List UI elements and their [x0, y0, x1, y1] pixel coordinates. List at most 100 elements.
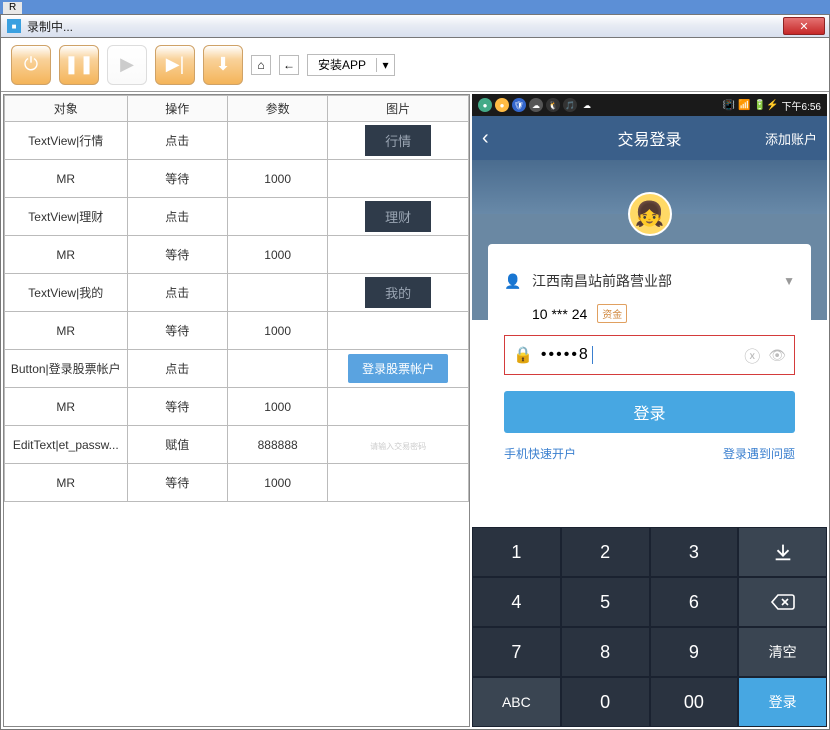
cell-param: [227, 274, 327, 312]
password-value: •••••8: [541, 346, 736, 364]
app-shell: ⏻ ❚❚ ▶ ▶| ⬇ ⌂ ← 安装APP ▾ 对象 操作 参数 图片 Tex: [0, 38, 830, 730]
account-row: 10 *** 24 资金: [504, 304, 795, 323]
lock-icon: 🔒: [513, 345, 533, 365]
key-clear[interactable]: 清空: [738, 627, 827, 677]
table-row[interactable]: EditText|et_passw...赋值888888请输入交易密码: [5, 426, 469, 464]
key-2[interactable]: 2: [561, 527, 650, 577]
add-account-button[interactable]: 添加账户: [765, 129, 817, 148]
content: 对象 操作 参数 图片 TextView|行情点击行情MR等待1000TextV…: [1, 92, 829, 729]
key-5[interactable]: 5: [561, 577, 650, 627]
status-icon: ●: [478, 98, 492, 112]
account-number: 10 *** 24: [532, 306, 587, 322]
cell-img: 我的: [328, 274, 469, 312]
close-button[interactable]: ✕: [783, 17, 825, 35]
cell-obj: TextView|行情: [5, 122, 128, 160]
key-7[interactable]: 7: [472, 627, 561, 677]
quick-open-link[interactable]: 手机快速开户: [504, 445, 576, 462]
branch-row[interactable]: 👤 江西南昌站前路营业部 ▼: [504, 262, 795, 300]
table-row[interactable]: MR等待1000: [5, 388, 469, 426]
stop-button[interactable]: ⏻: [11, 45, 51, 85]
cell-obj: MR: [5, 464, 128, 502]
avatar: 👧: [628, 192, 672, 236]
os-titlebar: R: [0, 0, 830, 14]
play-icon: ▶: [120, 54, 134, 75]
phone-back-button[interactable]: ‹: [482, 127, 489, 150]
cell-param: 1000: [227, 388, 327, 426]
cell-param: [227, 198, 327, 236]
table-row[interactable]: MR等待1000: [5, 236, 469, 274]
home-button[interactable]: ⌂: [251, 55, 271, 75]
cell-param: 1000: [227, 464, 327, 502]
toolbar: ⏻ ❚❚ ▶ ▶| ⬇ ⌂ ← 安装APP ▾: [1, 38, 829, 92]
cell-img: 行情: [328, 122, 469, 160]
battery-icon: 🔋⚡: [754, 100, 779, 111]
cell-obj: MR: [5, 388, 128, 426]
account-badge: 资金: [597, 304, 627, 323]
key-0[interactable]: 0: [561, 677, 650, 727]
key-hide[interactable]: [738, 527, 827, 577]
key-00[interactable]: 00: [650, 677, 739, 727]
install-app-dropdown[interactable]: 安装APP ▾: [307, 54, 395, 76]
cell-img: 请输入交易密码: [328, 426, 469, 464]
cell-op: 等待: [127, 388, 227, 426]
cell-obj: MR: [5, 312, 128, 350]
hide-keyboard-icon: [772, 541, 794, 563]
back-icon: ←: [283, 58, 295, 72]
status-icon: ●: [495, 98, 509, 112]
key-backspace[interactable]: [738, 577, 827, 627]
steps-panel: 对象 操作 参数 图片 TextView|行情点击行情MR等待1000TextV…: [3, 94, 470, 727]
cell-op: 点击: [127, 274, 227, 312]
cell-param: 1000: [227, 160, 327, 198]
key-4[interactable]: 4: [472, 577, 561, 627]
phone-statusbar: ● ● 🛡 ☁ 🐧 🎵 ☁ 📳 📶 🔋⚡ 下午6:56: [472, 94, 827, 116]
cell-img: 登录股票帐户: [328, 350, 469, 388]
table-row[interactable]: MR等待1000: [5, 312, 469, 350]
clear-icon[interactable]: ⓧ: [744, 343, 760, 367]
table-row[interactable]: MR等待1000: [5, 160, 469, 198]
back-button[interactable]: ←: [279, 55, 299, 75]
th-img: 图片: [328, 96, 469, 122]
key-abc[interactable]: ABC: [472, 677, 561, 727]
cell-obj: Button|登录股票帐户: [5, 350, 128, 388]
window-titlebar[interactable]: ■ 录制中... ✕: [0, 14, 830, 38]
next-button[interactable]: ▶|: [155, 45, 195, 85]
key-9[interactable]: 9: [650, 627, 739, 677]
cell-param: 888888: [227, 426, 327, 464]
cell-op: 等待: [127, 236, 227, 274]
login-card: 👤 江西南昌站前路营业部 ▼ 10 *** 24 资金 🔒 •••••8 ⓧ: [488, 244, 811, 476]
cell-img: 理财: [328, 198, 469, 236]
table-row[interactable]: TextView|理财点击理财: [5, 198, 469, 236]
phone-title: 交易登录: [617, 126, 681, 150]
download-button[interactable]: ⬇: [203, 45, 243, 85]
key-3[interactable]: 3: [650, 527, 739, 577]
login-button[interactable]: 登录: [504, 391, 795, 433]
status-icon: 🛡: [512, 98, 526, 112]
login-help-link[interactable]: 登录遇到问题: [723, 445, 795, 462]
login-links: 手机快速开户 登录遇到问题: [504, 445, 795, 462]
branch-name: 江西南昌站前路营业部: [532, 271, 773, 291]
cell-img: [328, 236, 469, 274]
cell-img: [328, 464, 469, 502]
wifi-icon: 📶: [738, 100, 750, 111]
key-6[interactable]: 6: [650, 577, 739, 627]
eye-icon[interactable]: 👁: [768, 347, 786, 364]
home-icon: ⌂: [257, 58, 264, 72]
password-input[interactable]: 🔒 •••••8 ⓧ 👁: [504, 335, 795, 375]
cell-img: [328, 160, 469, 198]
table-row[interactable]: MR等待1000: [5, 464, 469, 502]
user-icon: 👤: [504, 273, 522, 290]
key-8[interactable]: 8: [561, 627, 650, 677]
table-row[interactable]: TextView|行情点击行情: [5, 122, 469, 160]
install-label: 安装APP: [308, 56, 376, 73]
status-icons-right: 📳 📶 🔋⚡ 下午6:56: [723, 98, 821, 113]
chevron-down-icon: ▾: [376, 58, 394, 72]
table-row[interactable]: Button|登录股票帐户点击登录股票帐户: [5, 350, 469, 388]
table-row[interactable]: TextView|我的点击我的: [5, 274, 469, 312]
key-1[interactable]: 1: [472, 527, 561, 577]
phone-banner: 👧: [472, 160, 827, 214]
key-login[interactable]: 登录: [738, 677, 827, 727]
th-obj: 对象: [5, 96, 128, 122]
pause-button[interactable]: ❚❚: [59, 45, 99, 85]
cell-op: 等待: [127, 312, 227, 350]
os-tab: R: [3, 2, 22, 14]
